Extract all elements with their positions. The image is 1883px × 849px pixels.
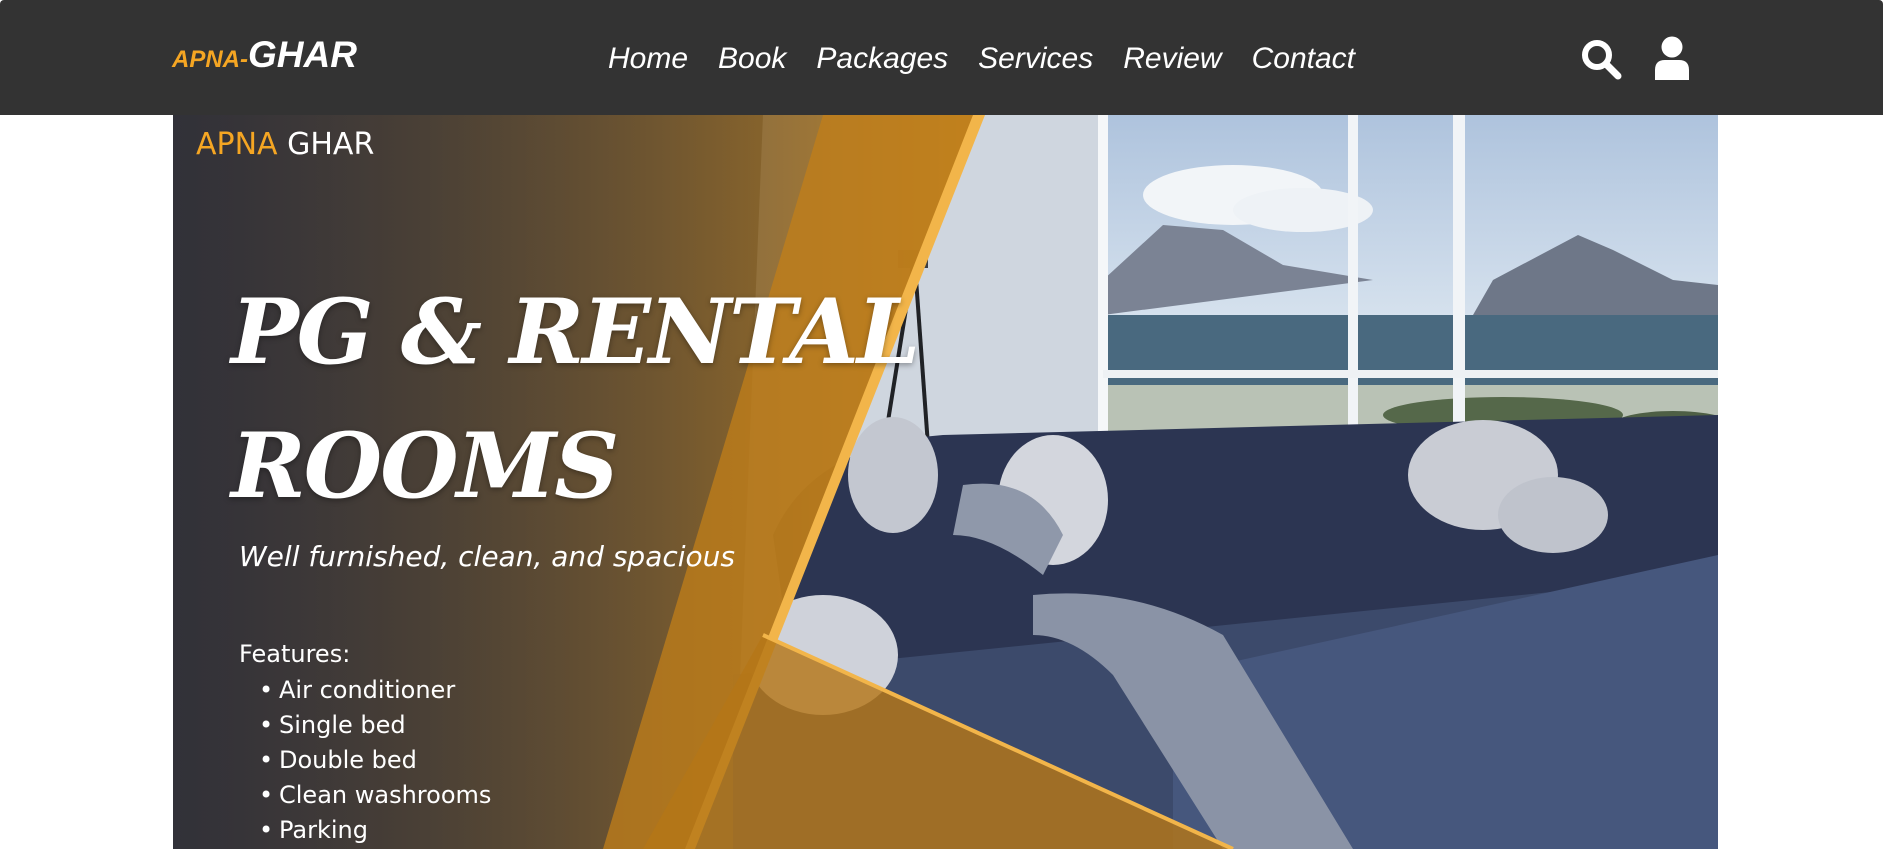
hero-subtitle: Well furnished, clean, and spacious xyxy=(239,540,735,573)
hero-brand-ghar: GHAR xyxy=(287,127,375,162)
nav-book[interactable]: Book xyxy=(718,42,786,76)
feature-item: Clean washrooms xyxy=(259,778,491,813)
logo-prefix: APNA- xyxy=(172,46,248,73)
hero-title-line-2: ROOMS xyxy=(231,413,619,519)
user-icon xyxy=(1655,36,1689,80)
feature-item: Parking xyxy=(259,813,491,848)
logo-main: GHAR xyxy=(248,34,357,75)
feature-item: Air conditioner xyxy=(259,673,491,708)
features-list: Air conditioner Single bed Double bed Cl… xyxy=(259,673,491,848)
site-logo[interactable]: APNA- GHAR xyxy=(172,34,357,84)
features-heading: Features: xyxy=(239,640,351,668)
nav-services[interactable]: Services xyxy=(978,42,1093,76)
nav-home[interactable]: Home xyxy=(608,42,688,76)
search-button[interactable] xyxy=(1580,38,1622,80)
feature-item: Single bed xyxy=(259,708,491,743)
hero-banner: APNA GHAR PG & RENTAL ROOMS Well furnish… xyxy=(173,115,1718,849)
nav-packages[interactable]: Packages xyxy=(816,42,948,76)
nav-contact[interactable]: Contact xyxy=(1252,42,1355,76)
top-navbar: APNA- GHAR Home Book Packages Services R… xyxy=(0,0,1883,115)
search-icon xyxy=(1582,40,1622,80)
hero-brand-apna: APNA xyxy=(196,127,278,162)
hero-title-line-1: PG & RENTAL xyxy=(231,279,920,385)
user-account-button[interactable] xyxy=(1653,36,1691,80)
hero-title: PG & RENTAL ROOMS xyxy=(231,265,931,533)
main-nav: Home Book Packages Services Review Conta… xyxy=(608,36,1355,82)
hero-brand: APNA GHAR xyxy=(196,127,374,162)
nav-review[interactable]: Review xyxy=(1123,42,1221,76)
feature-item: Double bed xyxy=(259,743,491,778)
